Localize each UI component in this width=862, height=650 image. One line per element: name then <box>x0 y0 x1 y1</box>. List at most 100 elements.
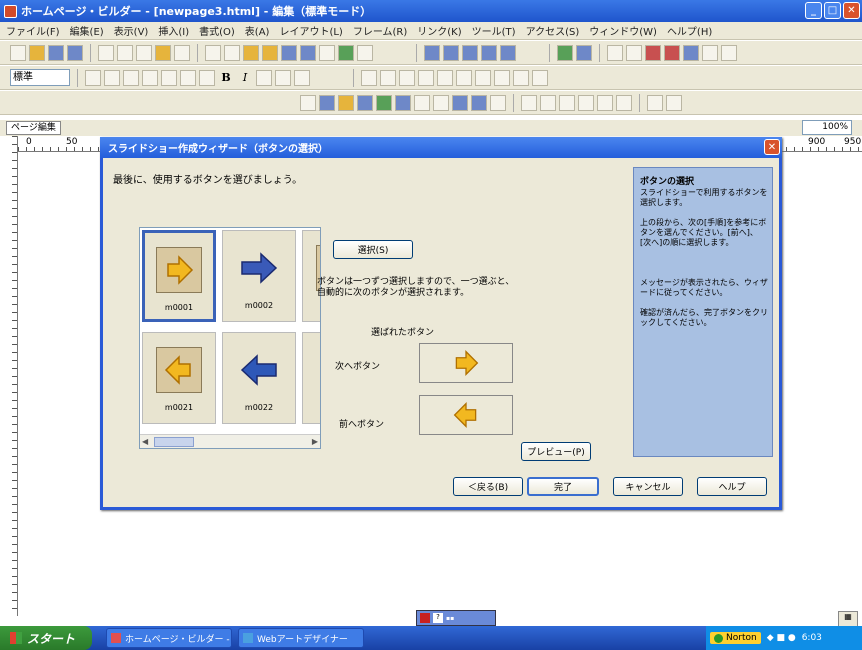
paste-icon[interactable] <box>155 44 171 61</box>
menu-link[interactable]: リンク(K) <box>417 23 461 38</box>
edit-icon[interactable] <box>243 44 259 61</box>
picture-icon[interactable] <box>557 44 573 61</box>
print-icon[interactable] <box>98 44 114 61</box>
order-icon[interactable] <box>666 94 682 111</box>
bold-icon[interactable]: B <box>218 70 234 86</box>
map-icon[interactable] <box>338 44 354 61</box>
gallery-scrollbar[interactable]: ◀ ▶ <box>140 434 320 448</box>
column-delete-icon[interactable] <box>475 69 491 86</box>
new-page-icon[interactable] <box>10 44 26 61</box>
gallery-item-m0001[interactable]: m0001 <box>142 230 216 322</box>
option-icon[interactable] <box>721 44 737 61</box>
back-button[interactable]: ＜戻る(B) <box>453 477 523 496</box>
frame-icon[interactable] <box>443 44 459 61</box>
scroll-left-icon[interactable]: ◀ <box>142 437 148 446</box>
site-icon[interactable] <box>683 44 699 61</box>
cell-props-icon[interactable] <box>494 69 510 86</box>
menu-tools[interactable]: ツール(T) <box>472 23 516 38</box>
gallery-item-partial[interactable] <box>302 230 320 322</box>
insert-sound-icon[interactable] <box>376 94 392 111</box>
save-all-icon[interactable] <box>67 44 83 61</box>
publish-icon[interactable] <box>645 44 661 61</box>
menu-edit[interactable]: 編集(E) <box>70 23 104 38</box>
web-art-icon[interactable] <box>576 44 592 61</box>
help-button[interactable]: ヘルプ <box>697 477 767 496</box>
group-icon[interactable] <box>597 94 613 111</box>
source-icon[interactable] <box>300 44 316 61</box>
gallery-item-m0022[interactable]: m0022 <box>222 332 296 424</box>
font-size-down-icon[interactable] <box>294 69 310 86</box>
select-button[interactable]: 選択(S) <box>333 240 413 259</box>
font-size-up-icon[interactable] <box>275 69 291 86</box>
font-color-icon[interactable] <box>256 69 272 86</box>
gallery-item-partial[interactable] <box>302 332 320 424</box>
ftp-icon[interactable] <box>664 44 680 61</box>
pointer-icon[interactable] <box>300 94 316 111</box>
row-insert-icon[interactable] <box>380 69 396 86</box>
align-center-icon[interactable] <box>104 69 120 86</box>
insert-link-icon[interactable] <box>395 94 411 111</box>
form-icon[interactable] <box>481 44 497 61</box>
border-icon[interactable] <box>532 69 548 86</box>
gallery-item-m0021[interactable]: m0021 <box>142 332 216 424</box>
list-bullet-icon[interactable] <box>180 69 196 86</box>
insert-frame-icon[interactable] <box>490 94 506 111</box>
find-icon[interactable] <box>174 44 190 61</box>
insert-image-icon[interactable] <box>319 94 335 111</box>
ime-toolbar[interactable]: ? ▪▪ <box>416 610 496 626</box>
taskbar-item-web-art[interactable]: Webアートデザイナー <box>238 628 364 648</box>
preview-icon[interactable] <box>281 44 297 61</box>
menu-view[interactable]: 表示(V) <box>114 23 149 38</box>
open-folder-icon[interactable] <box>29 44 45 61</box>
layout-icon[interactable] <box>424 44 440 61</box>
ime-mode-icon[interactable] <box>420 613 430 623</box>
row-delete-icon[interactable] <box>456 69 472 86</box>
table-insert-icon[interactable] <box>361 69 377 86</box>
ungroup-icon[interactable] <box>616 94 632 111</box>
menu-table[interactable]: 表(A) <box>245 23 270 38</box>
image-icon[interactable] <box>319 44 335 61</box>
tray-icons[interactable]: ◆ ■ ● <box>767 633 796 643</box>
align-bottom-icon[interactable] <box>559 94 575 111</box>
button-gallery[interactable]: m0001 m0002 m0021 m0022 ◀ ▶ <box>139 227 321 449</box>
align-right-icon[interactable] <box>123 69 139 86</box>
copy-icon[interactable] <box>136 44 152 61</box>
menu-file[interactable]: ファイル(F) <box>6 23 60 38</box>
table-props-icon[interactable] <box>513 69 529 86</box>
gallery-item-m0002[interactable]: m0002 <box>222 230 296 322</box>
cell-split-icon[interactable] <box>437 69 453 86</box>
insert-form-icon[interactable] <box>452 94 468 111</box>
redo-icon[interactable] <box>224 44 240 61</box>
insert-movie-icon[interactable] <box>357 94 373 111</box>
scroll-thumb[interactable] <box>154 437 194 447</box>
align-middle-icon[interactable] <box>540 94 556 111</box>
taskbar-item-homepage-builder[interactable]: ホームページ・ビルダー - ... <box>106 628 232 648</box>
layer-icon[interactable] <box>647 94 663 111</box>
minimize-icon[interactable]: _ <box>805 2 822 19</box>
save-icon[interactable] <box>48 44 64 61</box>
menu-access[interactable]: アクセス(S) <box>526 23 580 38</box>
ruler-icon[interactable] <box>702 44 718 61</box>
cancel-button[interactable]: キャンセル <box>613 477 683 496</box>
scroll-right-icon[interactable]: ▶ <box>312 437 318 446</box>
column-insert-icon[interactable] <box>399 69 415 86</box>
menu-frame[interactable]: フレーム(R) <box>353 23 407 38</box>
prev-button-preview[interactable] <box>419 395 513 435</box>
zoom-select[interactable]: 100% <box>802 120 852 135</box>
font-style-select[interactable]: 標準 <box>10 69 70 86</box>
maximize-icon[interactable]: □ <box>824 2 841 19</box>
start-button[interactable]: スタート <box>0 626 92 650</box>
tab-page-edit[interactable]: ページ編集 <box>6 121 61 135</box>
dialog-close-icon[interactable]: ✕ <box>764 139 780 155</box>
list-number-icon[interactable] <box>199 69 215 86</box>
insert-clipart-icon[interactable] <box>338 94 354 111</box>
cell-merge-icon[interactable] <box>418 69 434 86</box>
table-icon[interactable] <box>462 44 478 61</box>
insert-line-icon[interactable] <box>414 94 430 111</box>
italic-icon[interactable]: I <box>237 70 253 86</box>
grid-icon[interactable] <box>357 44 373 61</box>
list-icon[interactable] <box>626 44 642 61</box>
menu-format[interactable]: 書式(O) <box>199 23 235 38</box>
finish-button[interactable]: 完了 <box>527 477 599 496</box>
close-icon[interactable]: ✕ <box>843 2 860 19</box>
